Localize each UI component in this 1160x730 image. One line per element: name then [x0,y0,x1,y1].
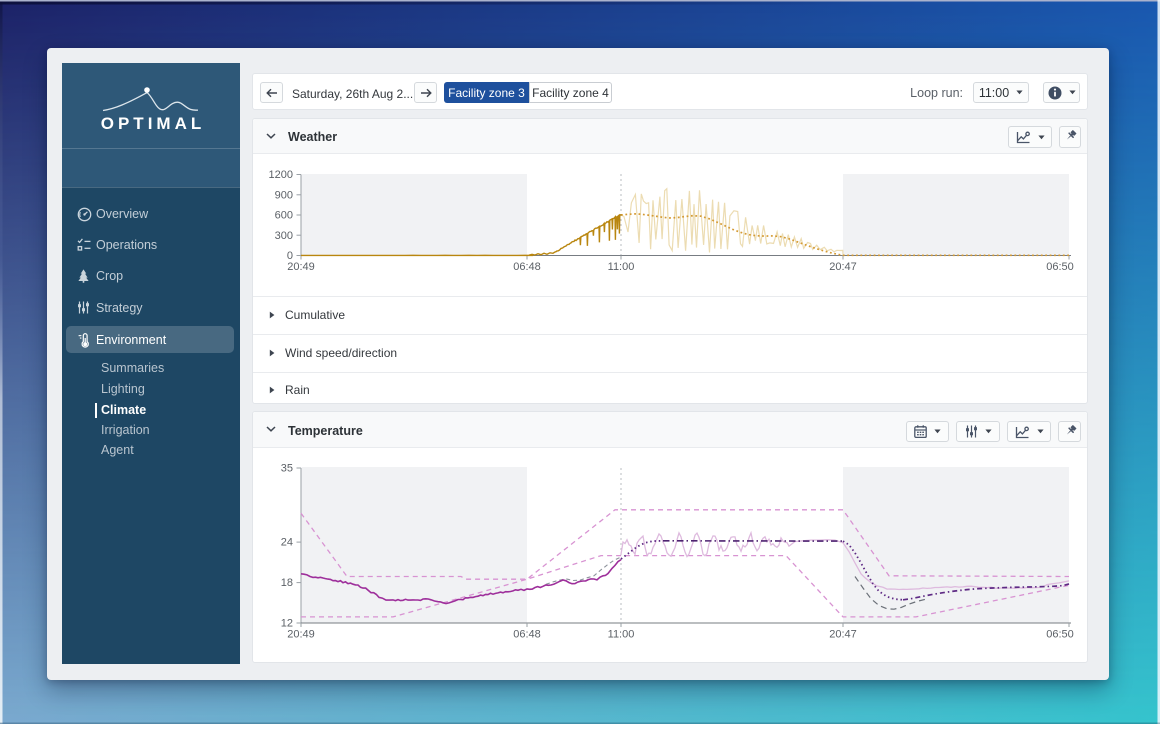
svg-text:11:00: 11:00 [608,261,635,273]
svg-text:20:49: 20:49 [287,261,315,273]
svg-text:300: 300 [275,230,293,242]
svg-text:20:49: 20:49 [287,629,315,641]
svg-text:06:50: 06:50 [1046,261,1074,273]
svg-text:35: 35 [281,463,293,475]
svg-text:06:48: 06:48 [513,261,541,273]
svg-text:20:47: 20:47 [829,261,857,273]
svg-text:900: 900 [275,189,293,201]
svg-text:1200: 1200 [269,169,293,181]
svg-text:11:00: 11:00 [608,629,635,641]
svg-text:24: 24 [281,537,293,549]
svg-text:20:47: 20:47 [829,629,857,641]
svg-text:600: 600 [275,210,293,222]
svg-text:18: 18 [281,577,293,589]
svg-text:06:50: 06:50 [1046,629,1074,641]
svg-text:06:48: 06:48 [513,629,541,641]
